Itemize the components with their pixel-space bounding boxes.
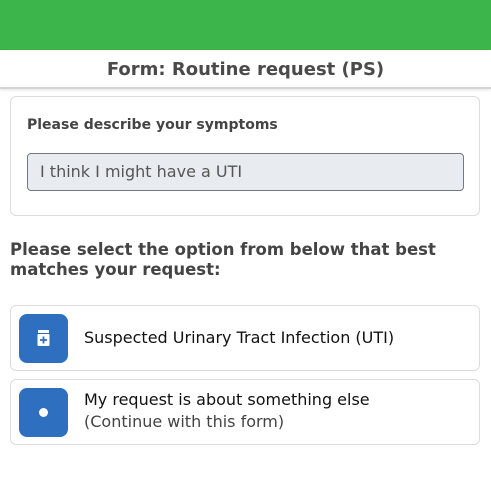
dot-icon — [19, 388, 68, 437]
symptoms-input[interactable]: I think I might have a UTI — [27, 153, 464, 191]
dot-mark — [39, 408, 48, 417]
selection-prompt: Please select the option from below that… — [10, 240, 436, 279]
option-else-label: My request is about something else — [84, 390, 370, 409]
top-bar — [0, 0, 491, 50]
option-uti[interactable]: Suspected Urinary Tract Infection (UTI) — [10, 305, 480, 371]
option-uti-label: Suspected Urinary Tract Infection (UTI) — [84, 328, 395, 347]
option-something-else[interactable]: My request is about something else (Cont… — [10, 379, 480, 445]
page-title-bar: Form: Routine request (PS) — [0, 50, 491, 89]
symptoms-card: Please describe your symptoms I think I … — [10, 96, 480, 216]
symptoms-label: Please describe your symptoms — [27, 117, 278, 133]
page-title: Form: Routine request (PS) — [106, 59, 385, 80]
option-else-sublabel: (Continue with this form) — [84, 412, 285, 431]
medicine-bottle-icon — [19, 314, 68, 363]
